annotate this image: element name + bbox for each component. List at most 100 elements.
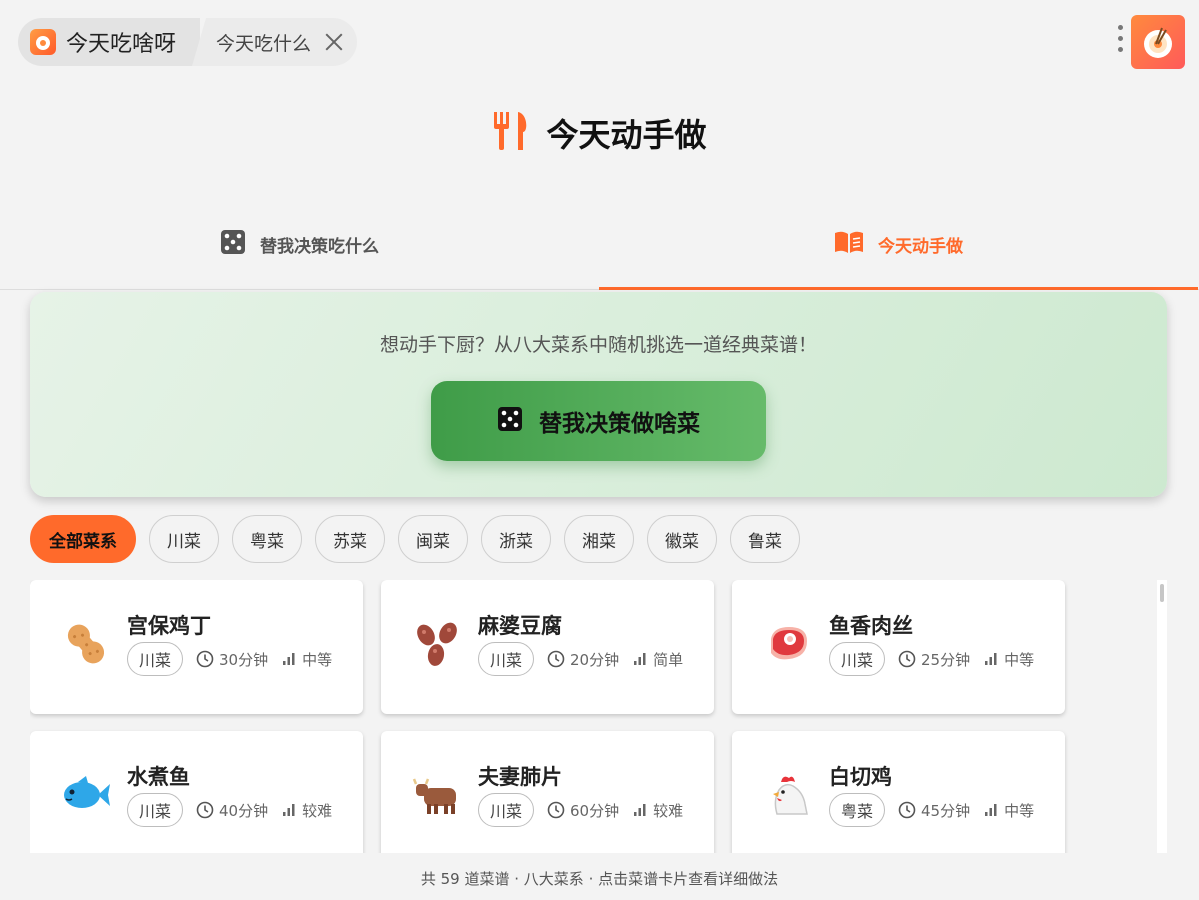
cuisine-tag: 川菜: [127, 642, 184, 676]
recipe-card[interactable]: 白切鸡 粤菜 45分钟 中等: [732, 731, 1065, 853]
cuisine-tag: 川菜: [478, 642, 535, 676]
recipe-card[interactable]: 麻婆豆腐 川菜 20分钟 简单: [381, 580, 714, 714]
difficulty-value: 中等: [302, 650, 333, 669]
recipe-meta: 川菜 25分钟 中等: [829, 642, 1034, 676]
cuisine-tag: 川菜: [127, 793, 184, 827]
beans-icon: [409, 616, 465, 672]
hero-subtitle: 想动手下厨？从八大菜系中随机挑选一道经典菜谱！: [379, 334, 817, 356]
cuisine-tag: 川菜: [478, 793, 535, 827]
filter-yue[interactable]: 粤菜: [232, 515, 302, 563]
tab-decide-label: 替我决策吃什么: [260, 236, 379, 257]
random-recipe-button-label: 替我决策做啥菜: [539, 411, 700, 437]
window-tabbar: 今天吃啥呀 今天吃什么: [18, 18, 358, 66]
bowl-icon: [1144, 27, 1172, 58]
difficulty: 中等: [983, 800, 1034, 821]
cook-time-value: 30分钟: [219, 650, 269, 669]
cook-time: 25分钟: [898, 649, 970, 670]
cook-time: 20分钟: [547, 649, 619, 670]
filter-zhe[interactable]: 浙菜: [481, 515, 551, 563]
clock-icon: [547, 650, 565, 668]
filter-su[interactable]: 苏菜: [315, 515, 385, 563]
document-tab[interactable]: 今天吃什么: [192, 18, 358, 66]
recipe-card[interactable]: 水煮鱼 川菜 40分钟 较难: [30, 731, 363, 853]
filter-hui[interactable]: 徽菜: [647, 515, 717, 563]
difficulty: 较难: [281, 800, 332, 821]
recipe-meta: 川菜 30分钟 中等: [127, 642, 332, 676]
app-tab[interactable]: 今天吃啥呀: [18, 18, 201, 66]
signal-bars-icon: [634, 804, 646, 816]
cook-time: 40分钟: [196, 800, 268, 821]
clock-icon: [196, 650, 214, 668]
random-recipe-button[interactable]: 替我决策做啥菜: [431, 381, 766, 461]
tab-cook-label: 今天动手做: [878, 236, 963, 257]
cuisine-tag: 粤菜: [829, 793, 886, 827]
cook-time: 60分钟: [547, 800, 619, 821]
mode-tabs: 替我决策吃什么 今天动手做: [0, 200, 1199, 290]
more-options-icon[interactable]: [1115, 25, 1125, 59]
cook-time: 30分钟: [196, 649, 268, 670]
footer-summary: 共 59 道菜谱 · 八大菜系 · 点击菜谱卡片查看详细做法: [420, 870, 779, 888]
difficulty: 中等: [281, 649, 332, 670]
signal-bars-icon: [634, 653, 646, 665]
filter-lu[interactable]: 鲁菜: [730, 515, 800, 563]
difficulty-value: 中等: [1004, 650, 1035, 669]
recipe-name: 麻婆豆腐: [478, 614, 562, 638]
filter-chuan[interactable]: 川菜: [149, 515, 219, 563]
filter-min[interactable]: 闽菜: [398, 515, 468, 563]
recipe-meta: 川菜 60分钟 较难: [478, 793, 683, 827]
recipe-name: 水煮鱼: [127, 765, 190, 789]
recipe-meta: 粤菜 45分钟 中等: [829, 793, 1034, 827]
recipe-card[interactable]: 夫妻肺片 川菜 60分钟 较难: [381, 731, 714, 853]
difficulty: 简单: [632, 649, 683, 670]
recipe-grid: 宫保鸡丁 川菜 30分钟 中等 麻婆豆腐 川菜 20分钟 简单 鱼香肉丝 川菜 …: [30, 580, 1070, 853]
recipe-card[interactable]: 鱼香肉丝 川菜 25分钟 中等: [732, 580, 1065, 714]
cook-time-value: 40分钟: [219, 801, 269, 820]
cook-time-value: 20分钟: [570, 650, 620, 669]
signal-bars-icon: [283, 804, 295, 816]
tab-decide[interactable]: 替我决策吃什么: [0, 200, 599, 288]
scrollbar-thumb[interactable]: [1160, 584, 1164, 602]
random-recipe-panel: 想动手下厨？从八大菜系中随机挑选一道经典菜谱！ 替我决策做啥菜: [30, 292, 1167, 497]
difficulty-value: 较难: [302, 801, 333, 820]
signal-bars-icon: [985, 804, 997, 816]
page-header: 今天动手做: [0, 110, 1199, 156]
filter-xiang[interactable]: 湘菜: [564, 515, 634, 563]
cook-time-value: 60分钟: [570, 801, 620, 820]
recipe-meta: 川菜 20分钟 简单: [478, 642, 683, 676]
cuisine-tag: 川菜: [829, 642, 886, 676]
app-logo-icon: [30, 29, 56, 55]
recipe-name: 鱼香肉丝: [829, 614, 913, 638]
tab-cook[interactable]: 今天动手做: [599, 200, 1198, 290]
clock-icon: [547, 801, 565, 819]
difficulty-value: 中等: [1004, 801, 1035, 820]
book-icon: [834, 230, 864, 259]
peanut-icon: [58, 616, 114, 672]
recipe-name: 白切鸡: [829, 765, 892, 789]
dice-icon: [497, 406, 523, 436]
signal-bars-icon: [283, 653, 295, 665]
cuisine-filter: 全部菜系 川菜 粤菜 苏菜 闽菜 浙菜 湘菜 徽菜 鲁菜: [30, 515, 800, 563]
page-title: 今天动手做: [546, 116, 707, 154]
cook-time: 45分钟: [898, 800, 970, 821]
recipe-list-scrollbar[interactable]: [1157, 580, 1167, 853]
meat-icon: [760, 616, 816, 672]
recipe-meta: 川菜 40分钟 较难: [127, 793, 332, 827]
avatar[interactable]: [1131, 15, 1185, 69]
dice-icon: [220, 229, 246, 260]
signal-bars-icon: [985, 653, 997, 665]
cook-time-value: 25分钟: [921, 650, 971, 669]
close-icon[interactable]: [323, 31, 345, 53]
chicken-icon: [760, 767, 816, 823]
document-tab-title: 今天吃什么: [216, 32, 312, 55]
recipe-name: 夫妻肺片: [478, 765, 562, 789]
difficulty-value: 较难: [653, 801, 684, 820]
fork-knife-icon: [492, 110, 530, 156]
recipe-name: 宫保鸡丁: [127, 614, 211, 638]
app-title: 今天吃啥呀: [66, 32, 177, 57]
filter-all[interactable]: 全部菜系: [30, 515, 136, 563]
clock-icon: [196, 801, 214, 819]
cook-time-value: 45分钟: [921, 801, 971, 820]
clock-icon: [898, 650, 916, 668]
ox-icon: [409, 767, 465, 823]
recipe-card[interactable]: 宫保鸡丁 川菜 30分钟 中等: [30, 580, 363, 714]
